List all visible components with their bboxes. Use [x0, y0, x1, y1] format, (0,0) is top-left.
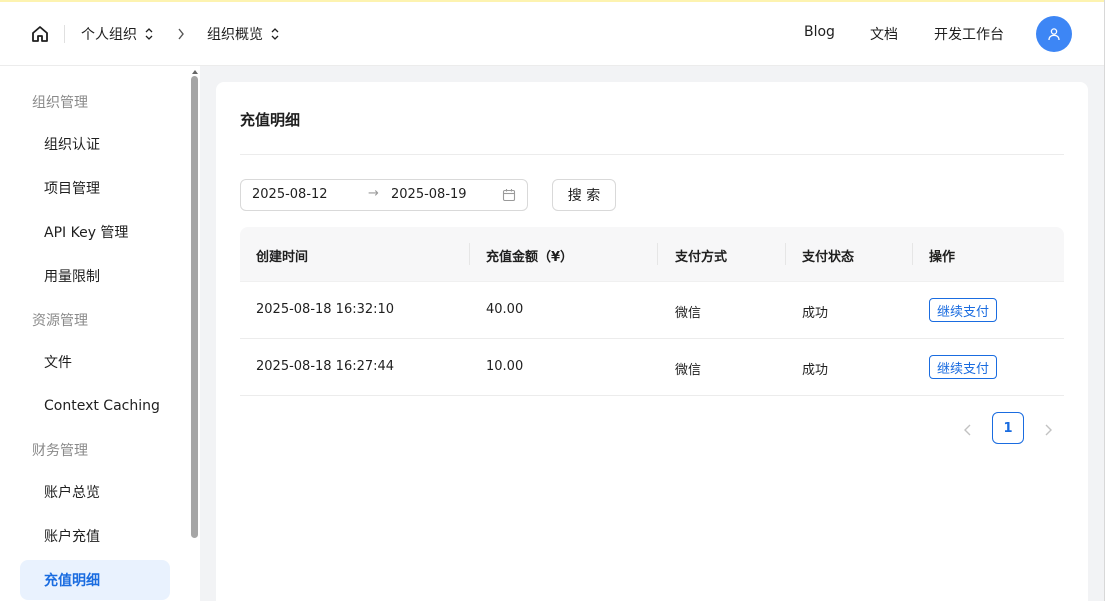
- breadcrumb-overview[interactable]: 组织概览: [207, 23, 281, 45]
- end-date-input[interactable]: 2025-08-19: [391, 187, 467, 202]
- sidebar-item-label: 用量限制: [44, 269, 100, 285]
- table-header: 创建时间 充值金额（¥） 支付方式 支付状态 操作: [240, 227, 1064, 282]
- sidebar-item-api-keys[interactable]: API Key 管理: [20, 212, 170, 252]
- cell-time: 2025-08-18 16:32:10: [256, 302, 395, 317]
- breadcrumb-organization-label: 个人组织: [81, 27, 137, 43]
- sidebar: 组织管理 组织认证 项目管理 API Key 管理 用量限制 资源管理 文件 C…: [0, 66, 200, 601]
- column-divider: [912, 243, 913, 265]
- range-arrow-icon: →: [368, 186, 379, 201]
- sidebar-group-org: 组织管理: [32, 95, 88, 111]
- cell-method: 微信: [675, 363, 702, 378]
- column-header-method: 支付方式: [675, 250, 728, 265]
- recharge-table: 创建时间 充值金额（¥） 支付方式 支付状态 操作 2025-08-18 16:…: [240, 227, 1064, 396]
- sidebar-item-label: 文件: [44, 355, 72, 371]
- column-header-status: 支付状态: [802, 250, 855, 265]
- breadcrumb-separator-icon: [178, 28, 184, 40]
- column-divider: [657, 243, 658, 265]
- home-icon[interactable]: [30, 24, 50, 44]
- sidebar-item-label: 充值明细: [44, 573, 100, 589]
- sidebar-item-label: 组织认证: [44, 137, 100, 153]
- cell-time: 2025-08-18 16:27:44: [256, 359, 395, 374]
- start-date-input[interactable]: 2025-08-12: [252, 187, 328, 202]
- table-row: 2025-08-18 16:32:10 40.00 微信 成功 继续支付: [240, 282, 1064, 339]
- search-button[interactable]: 搜 索: [552, 179, 616, 211]
- cell-status: 成功: [802, 363, 829, 378]
- sidebar-item-account-overview[interactable]: 账户总览: [20, 472, 170, 512]
- table-row: 2025-08-18 16:27:44 10.00 微信 成功 继续支付: [240, 339, 1064, 396]
- sidebar-item-recharge[interactable]: 账户充值: [20, 516, 170, 556]
- breadcrumb-overview-label: 组织概览: [207, 27, 263, 43]
- avatar[interactable]: [1036, 16, 1072, 52]
- nav-blog-link[interactable]: Blog: [804, 24, 835, 40]
- column-divider: [469, 243, 470, 265]
- column-header-amount: 充值金额（¥）: [486, 250, 574, 265]
- sidebar-item-usage-limits[interactable]: 用量限制: [20, 256, 170, 296]
- sidebar-item-label: API Key 管理: [44, 225, 129, 241]
- column-header-action: 操作: [929, 250, 956, 265]
- title-divider: [240, 154, 1064, 155]
- sidebar-item-recharge-details[interactable]: 充值明细: [20, 560, 170, 600]
- window-edge-rail: [1104, 0, 1118, 601]
- breadcrumb-organization[interactable]: 个人组织: [81, 23, 155, 45]
- sidebar-item-files[interactable]: 文件: [20, 342, 170, 382]
- sidebar-item-projects[interactable]: 项目管理: [20, 168, 170, 208]
- user-icon: [1048, 28, 1060, 41]
- nav-console-link[interactable]: 开发工作台: [934, 24, 1004, 44]
- pagination-next-icon[interactable]: [1040, 422, 1056, 438]
- cell-amount: 10.00: [486, 359, 524, 374]
- cell-method: 微信: [675, 306, 702, 321]
- column-divider: [785, 243, 786, 265]
- sidebar-item-label: 账户总览: [44, 485, 100, 501]
- pagination-page-current[interactable]: 1: [992, 412, 1024, 444]
- sidebar-group-resources: 资源管理: [32, 313, 88, 329]
- sidebar-scroll-thumb[interactable]: [191, 76, 198, 538]
- sidebar-item-label: 账户充值: [44, 529, 100, 545]
- chevron-updown-icon: [271, 28, 279, 40]
- calendar-icon: [502, 189, 516, 202]
- continue-payment-button[interactable]: 继续支付: [929, 355, 998, 379]
- cell-amount: 40.00: [486, 302, 524, 317]
- sidebar-item-org-verification[interactable]: 组织认证: [20, 124, 170, 164]
- sidebar-group-finance: 财务管理: [32, 443, 88, 459]
- top-header: 个人组织 组织概览 Blog 文档 开发工作台: [0, 2, 1104, 66]
- chevron-updown-icon: [145, 28, 153, 40]
- recharge-details-card: 充值明细 2025-08-12 → 2025-08-19 搜 索 创建时间 充值…: [216, 82, 1088, 601]
- column-header-time: 创建时间: [256, 250, 309, 265]
- header-divider: [64, 25, 65, 43]
- nav-docs-link[interactable]: 文档: [870, 24, 898, 44]
- date-range-picker[interactable]: 2025-08-12 → 2025-08-19: [240, 179, 528, 211]
- continue-payment-button[interactable]: 继续支付: [929, 298, 998, 322]
- sidebar-item-label: Context Caching: [44, 398, 160, 414]
- sidebar-item-context-caching[interactable]: Context Caching: [20, 386, 170, 426]
- scroll-up-arrow-icon[interactable]: [192, 70, 198, 74]
- pagination-prev-icon[interactable]: [960, 422, 976, 438]
- sidebar-item-label: 项目管理: [44, 181, 100, 197]
- page-title: 充值明细: [240, 111, 301, 129]
- cell-status: 成功: [802, 306, 829, 321]
